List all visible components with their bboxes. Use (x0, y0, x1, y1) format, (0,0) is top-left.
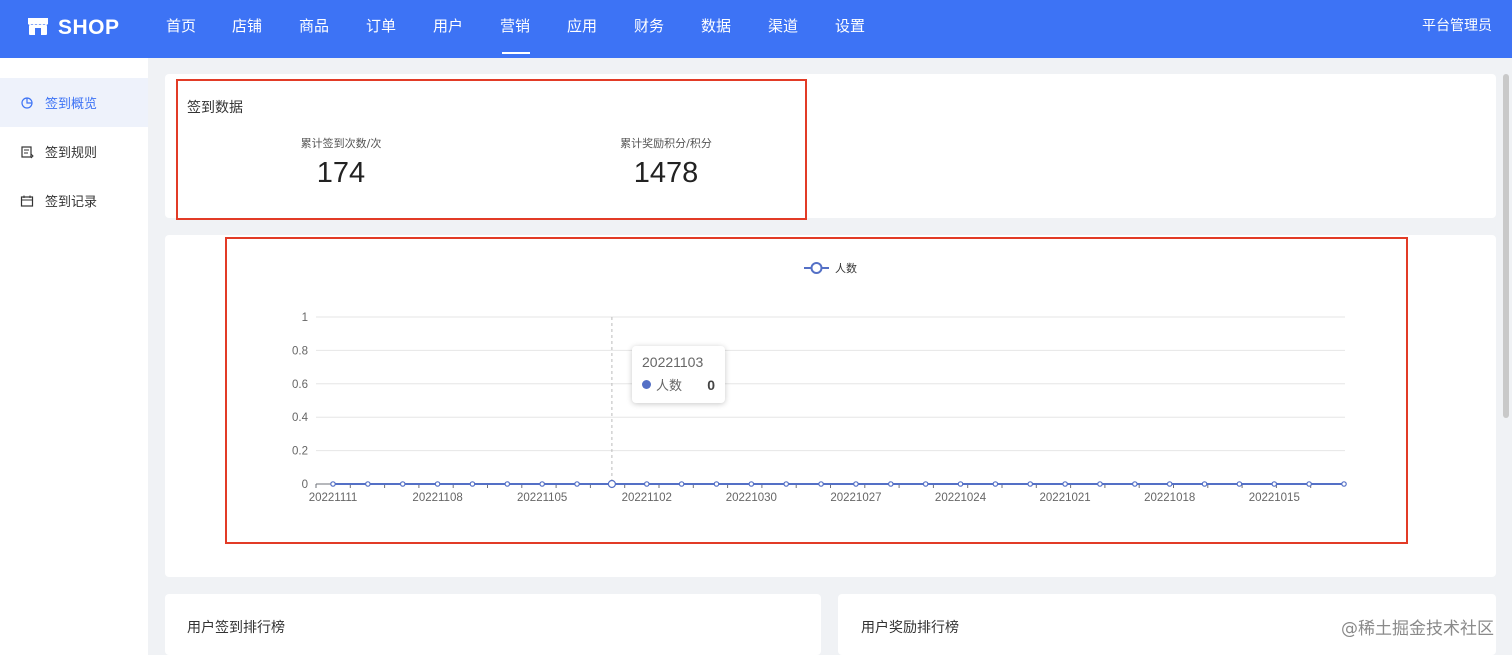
reward-ranking-title: 用户奖励排行榜 (861, 620, 959, 636)
page-scrollbar[interactable] (1503, 74, 1509, 418)
chart-tooltip: 20221103 人数 0 (632, 346, 725, 403)
sign-ranking-card: 用户签到排行榜 (165, 594, 821, 655)
sign-ranking-title: 用户签到排行榜 (187, 620, 285, 636)
tooltip-series: 人数 (656, 379, 683, 394)
tooltip-date: 20221103 (642, 354, 704, 370)
series-dot (642, 380, 651, 389)
watermark: @稀土掘金技术社区 (1341, 619, 1494, 639)
tooltip-value: 0 (707, 376, 715, 393)
highlight-box (225, 237, 1408, 544)
